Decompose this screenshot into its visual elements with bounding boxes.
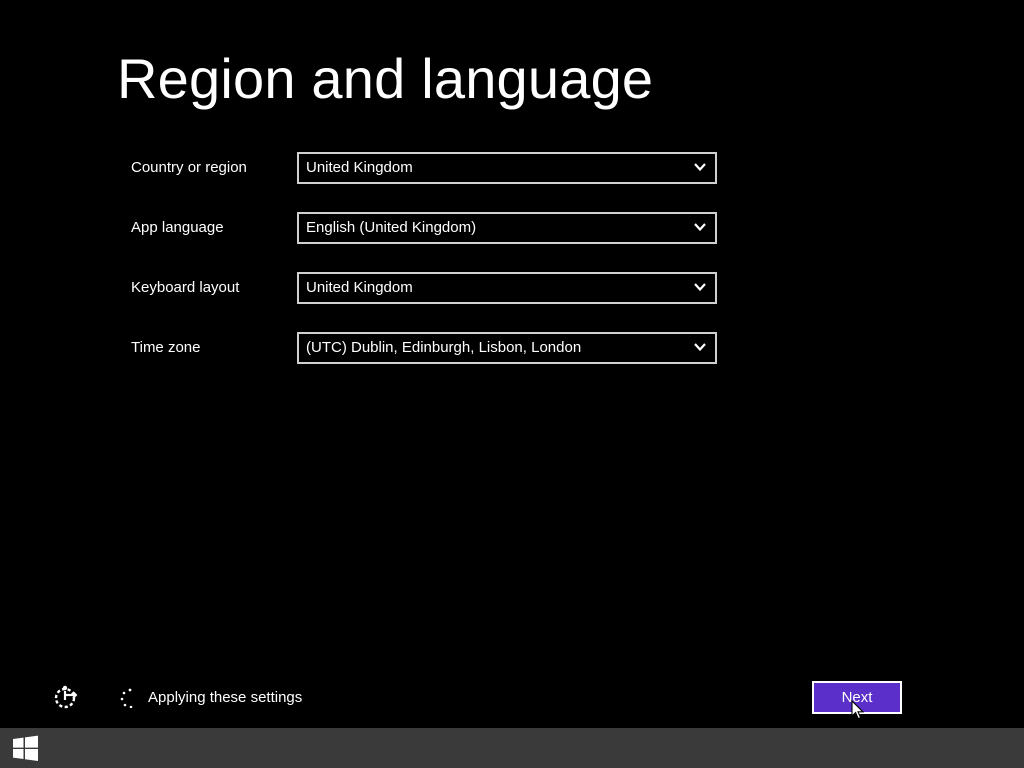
keyboard-layout-select[interactable]: United Kingdom xyxy=(297,272,717,304)
time-zone-label: Time zone xyxy=(131,339,201,356)
country-region-row: Country or region United Kingdom xyxy=(0,152,1024,184)
ease-of-access-icon[interactable] xyxy=(53,684,79,710)
chevron-down-icon xyxy=(694,283,706,292)
taskbar xyxy=(0,728,1024,768)
loading-spinner-icon xyxy=(120,688,133,708)
time-zone-select[interactable]: (UTC) Dublin, Edinburgh, Lisbon, London xyxy=(297,332,717,364)
app-language-row: App language English (United Kingdom) xyxy=(0,212,1024,244)
app-language-value: English (United Kingdom) xyxy=(306,219,477,236)
app-language-select[interactable]: English (United Kingdom) xyxy=(297,212,717,244)
page-title: Region and language xyxy=(117,47,654,110)
mouse-cursor-icon xyxy=(851,700,865,720)
app-language-label: App language xyxy=(131,219,224,236)
chevron-down-icon xyxy=(694,343,706,352)
time-zone-row: Time zone (UTC) Dublin, Edinburgh, Lisbo… xyxy=(0,332,1024,364)
chevron-down-icon xyxy=(694,223,706,232)
keyboard-layout-label: Keyboard layout xyxy=(131,279,240,296)
country-region-value: United Kingdom xyxy=(306,159,413,176)
keyboard-layout-value: United Kingdom xyxy=(306,279,413,296)
keyboard-layout-row: Keyboard layout United Kingdom xyxy=(0,272,1024,304)
country-region-select[interactable]: United Kingdom xyxy=(297,152,717,184)
windows-logo-icon[interactable] xyxy=(12,735,39,762)
country-region-label: Country or region xyxy=(131,159,247,176)
status-text: Applying these settings xyxy=(148,689,303,706)
chevron-down-icon xyxy=(694,163,706,172)
time-zone-value: (UTC) Dublin, Edinburgh, Lisbon, London xyxy=(306,339,582,356)
setup-screen: Region and language Country or region Un… xyxy=(0,0,1024,768)
